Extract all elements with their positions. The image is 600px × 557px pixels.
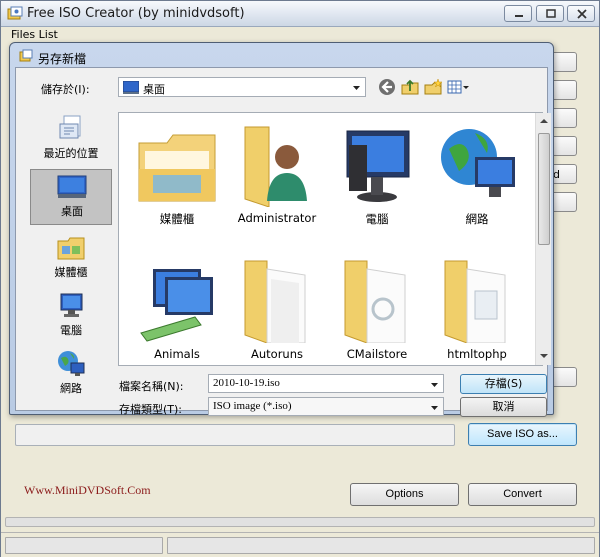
new-folder-icon[interactable]: [423, 77, 443, 97]
status-pane-1: [5, 537, 163, 554]
filename-input[interactable]: 2010-10-19.iso: [208, 374, 444, 393]
file-item-htmltophp[interactable]: htmltophp: [427, 253, 527, 365]
place-recent[interactable]: 最近的位置: [30, 112, 112, 168]
place-computer[interactable]: 電腦: [30, 289, 112, 345]
side-button-1[interactable]: [551, 52, 577, 72]
status-bar: [1, 532, 599, 557]
network-folder-icon: [140, 269, 213, 342]
file-item-cmailstore[interactable]: CMailstore: [327, 253, 427, 365]
convert-button[interactable]: Convert: [468, 483, 577, 506]
recent-places-icon: [59, 115, 81, 139]
filetype-dropdown[interactable]: ISO image (*.iso): [208, 397, 444, 416]
back-icon[interactable]: [377, 77, 397, 97]
file-item-administrator[interactable]: Administrator: [227, 117, 327, 237]
chevron-down-icon: [431, 406, 438, 410]
chevron-down-icon[interactable]: [428, 378, 441, 391]
save-in-dropdown[interactable]: 桌面: [118, 77, 366, 97]
app-icon: [7, 6, 23, 20]
scroll-down-icon[interactable]: [540, 353, 548, 359]
file-item-libraries[interactable]: 媒體櫃: [127, 117, 227, 237]
filename-label: 檔案名稱(N):: [119, 380, 184, 393]
libraries-icon: [57, 237, 85, 260]
computer-icon: [60, 293, 83, 317]
close-icon: [577, 9, 587, 19]
up-folder-icon[interactable]: [400, 77, 420, 97]
file-item-animals[interactable]: Animals: [127, 253, 227, 365]
side-button-6[interactable]: [551, 192, 577, 212]
close-button[interactable]: [567, 5, 595, 22]
minimize-icon: [515, 15, 523, 17]
computer-icon: [346, 130, 410, 202]
dialog-title: 另存新檔: [38, 52, 87, 66]
file-item-network[interactable]: 網路: [427, 117, 527, 237]
maximize-button[interactable]: [536, 5, 564, 22]
save-iso-as-button[interactable]: Save ISO as...: [468, 423, 577, 446]
filetype-label: 存檔類型(T):: [119, 403, 183, 416]
file-item-autoruns[interactable]: Autoruns: [227, 253, 327, 365]
save-button[interactable]: 存檔(S): [460, 374, 547, 394]
title-bar[interactable]: Free ISO Creator (by minidvdsoft): [1, 1, 599, 27]
cancel-button[interactable]: 取消: [460, 397, 547, 417]
options-button[interactable]: Options: [350, 483, 459, 506]
side-button-5[interactable]: d: [551, 164, 577, 184]
file-list[interactable]: 媒體櫃 Administrator 電腦 網路 Animals Autoruns…: [118, 112, 543, 366]
scroll-up-icon[interactable]: [540, 118, 548, 124]
file-list-scrollbar[interactable]: [535, 113, 551, 365]
side-button-4[interactable]: [551, 136, 577, 156]
status-pane-2: [167, 537, 595, 554]
scrollbar-thumb[interactable]: [538, 133, 550, 245]
progress-bar: [15, 424, 455, 446]
user-folder-icon: [244, 126, 307, 207]
desktop-icon: [57, 175, 87, 198]
website-link[interactable]: Www.MiniDVDSoft.Com: [24, 483, 151, 498]
folder-icon: [344, 260, 406, 343]
chevron-down-icon: [353, 86, 360, 90]
save-in-label: 儲存於(I):: [41, 83, 90, 96]
separator-bar: [5, 517, 595, 527]
folder-icon: [244, 260, 306, 343]
minimize-button[interactable]: [504, 5, 532, 22]
window-title: Free ISO Creator (by minidvdsoft): [27, 6, 245, 21]
side-button-7[interactable]: [551, 367, 577, 387]
place-network[interactable]: 網路: [30, 347, 112, 403]
network-icon: [58, 351, 85, 376]
side-button-2[interactable]: [551, 80, 577, 100]
maximize-icon: [546, 9, 556, 18]
place-libraries[interactable]: 媒體櫃: [30, 231, 112, 287]
place-desktop[interactable]: 桌面: [30, 169, 112, 225]
desktop-icon: [123, 81, 139, 94]
view-menu-icon[interactable]: [446, 77, 470, 97]
menu-files-list[interactable]: Files List: [11, 28, 58, 41]
save-as-dialog: 另存新檔 儲存於(I): 桌面 最近的位置 桌面 媒體櫃 電腦 網路 媒體櫃 A…: [9, 42, 554, 417]
network-icon: [441, 129, 515, 197]
libraries-folder-icon: [138, 134, 216, 202]
dialog-body: 儲存於(I): 桌面 最近的位置 桌面 媒體櫃 電腦 網路 媒體櫃 Admini…: [15, 67, 551, 417]
places-bar: 最近的位置 桌面 媒體櫃 電腦 網路: [22, 112, 117, 407]
side-button-3[interactable]: [551, 108, 577, 128]
folder-icon: [444, 260, 506, 343]
dialog-app-icon: [19, 49, 33, 62]
file-item-computer[interactable]: 電腦: [327, 117, 427, 237]
